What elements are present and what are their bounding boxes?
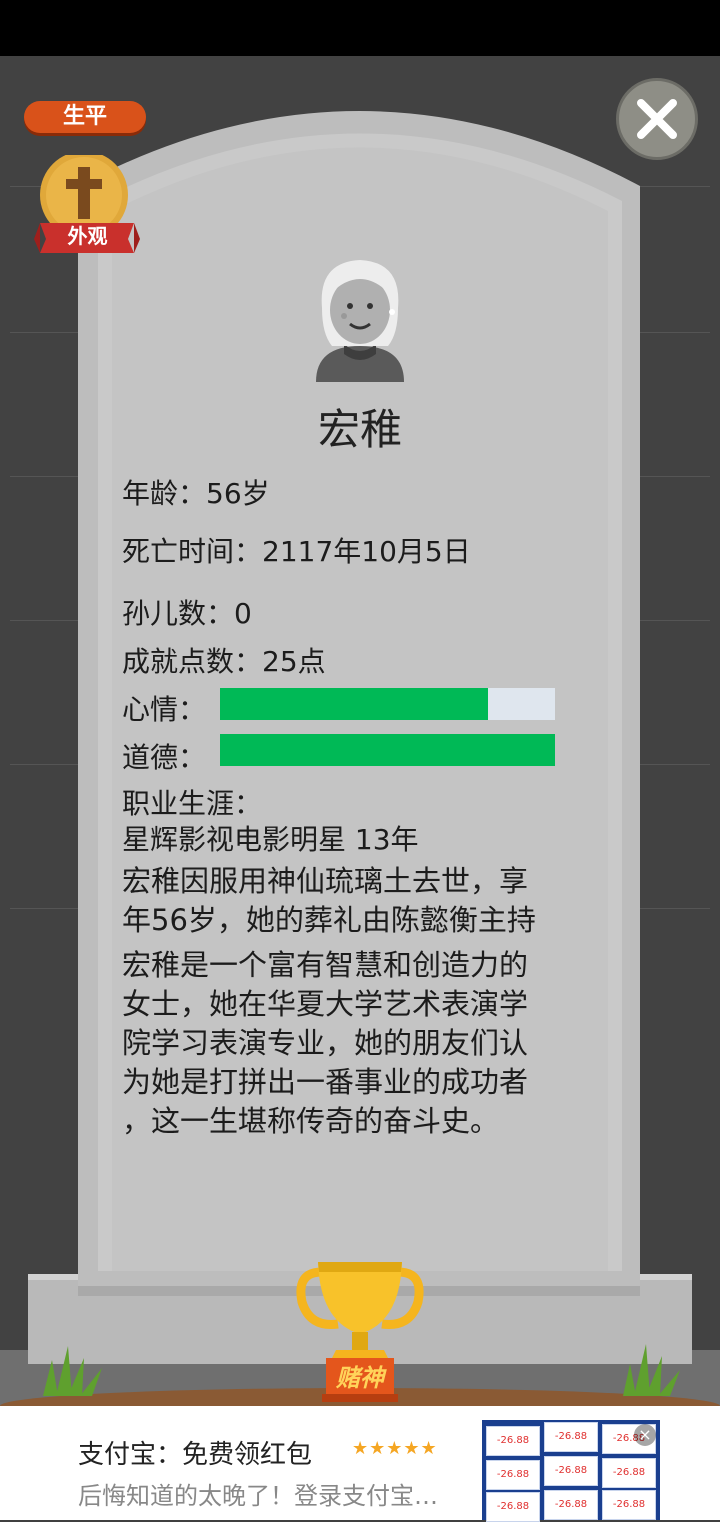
grass-left bbox=[43, 1346, 102, 1396]
close-button[interactable] bbox=[616, 78, 698, 160]
grass-right bbox=[623, 1344, 680, 1396]
achievement-points-text: 成就点数：25点 bbox=[122, 645, 326, 678]
ad-thumb: -26.88 bbox=[602, 1458, 656, 1488]
person-name: 宏稚 bbox=[317, 405, 402, 454]
appearance-label: 外观 bbox=[67, 224, 108, 248]
mood-bar bbox=[220, 688, 555, 720]
ad-description[interactable]: 后悔知道的太晚了！登录支付宝… bbox=[78, 1476, 438, 1511]
grandchildren-text: 孙儿数：0 bbox=[122, 597, 252, 630]
bio-line: 女士，她在华夏大学艺术表演学 bbox=[122, 987, 529, 1021]
ad-thumb: -26.88 bbox=[544, 1456, 598, 1486]
status-bar bbox=[0, 0, 720, 56]
career-entry: 星辉影视电影明星 13年 bbox=[122, 823, 419, 856]
trophy-label: 赌神 bbox=[336, 1364, 384, 1392]
ad-close-button[interactable]: × bbox=[634, 1424, 656, 1446]
death-line: 年56岁，她的葬礼由陈懿衡主持 bbox=[122, 903, 536, 937]
life-description: 宏稚是一个富有智慧和创造力的 女士，她在华夏大学艺术表演学 院学习表演专业，她的… bbox=[122, 946, 592, 1141]
ad-rating: ★★★★★ bbox=[352, 1438, 438, 1459]
mood-label: 心情： bbox=[122, 693, 207, 726]
bio-line: 宏稚是一个富有智慧和创造力的 bbox=[122, 948, 529, 982]
morality-bar-fill bbox=[220, 734, 555, 766]
ad-thumb: -26.88 bbox=[486, 1460, 540, 1490]
tab-biography[interactable]: 生平 bbox=[24, 101, 146, 133]
ad-thumb: -26.88 bbox=[486, 1492, 540, 1522]
death-description: 宏稚因服用神仙琉璃土去世，享 年56岁，她的葬礼由陈懿衡主持 bbox=[122, 862, 592, 940]
ad-title[interactable]: 支付宝：免费领红包 bbox=[78, 1434, 312, 1471]
bio-line: ，这一生堪称传奇的奋斗史。 bbox=[122, 1104, 500, 1138]
bio-line: 院学习表演专业，她的朋友们认 bbox=[122, 1026, 529, 1060]
death-time-text: 死亡时间：2117年10月5日 bbox=[122, 535, 471, 568]
ad-thumb: -26.88 bbox=[602, 1490, 656, 1520]
close-icon bbox=[637, 99, 677, 139]
ad-thumb: -26.88 bbox=[544, 1422, 598, 1452]
trophy[interactable]: 赌神 bbox=[292, 1258, 428, 1404]
appearance-button[interactable]: 外观 bbox=[30, 151, 145, 260]
morality-label: 道德： bbox=[122, 741, 207, 774]
bio-line: 为她是打拼出一番事业的成功者 bbox=[122, 1065, 529, 1099]
mood-bar-fill bbox=[220, 688, 488, 720]
age-text: 年龄：56岁 bbox=[122, 477, 270, 510]
morality-bar bbox=[220, 734, 555, 766]
ad-thumb: -26.88 bbox=[544, 1490, 598, 1520]
career-label: 职业生涯： bbox=[122, 787, 263, 820]
death-line: 宏稚因服用神仙琉璃土去世，享 bbox=[122, 864, 529, 898]
avatar bbox=[316, 260, 404, 382]
ad-thumb: -26.88 bbox=[486, 1426, 540, 1456]
